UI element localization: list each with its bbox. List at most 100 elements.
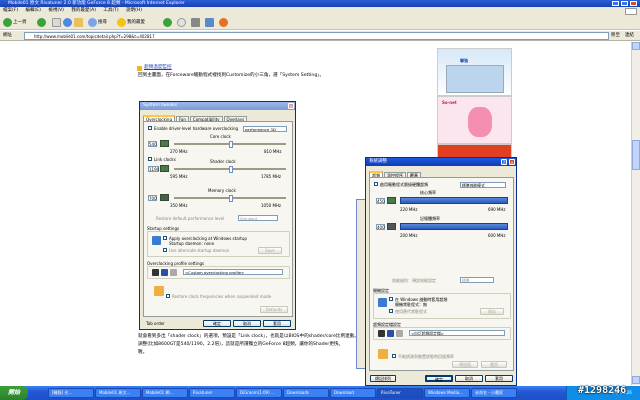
restore-icon xyxy=(154,286,164,296)
ad-image xyxy=(446,65,504,93)
profile-delete-icon[interactable] xyxy=(170,269,177,276)
ad-banner-2[interactable]: So-net xyxy=(437,96,512,144)
taskbar-item-6[interactable]: Downloads xyxy=(283,388,329,398)
enable-hw-checkbox[interactable] xyxy=(374,182,378,186)
core-min: 270 MHz xyxy=(170,149,188,154)
taskbar-item-10[interactable]: 未命名 - 小畫家 xyxy=(471,388,517,398)
mail-icon[interactable] xyxy=(177,18,186,27)
article-heading[interactable]: 超頻溫度監控 xyxy=(144,64,172,71)
taskbar-item-7[interactable]: Download xyxy=(330,388,376,398)
perf-mode-select[interactable]: performance 3D xyxy=(243,126,287,132)
save-button[interactable]: 保存 xyxy=(480,308,504,315)
shader-slider-thumb[interactable] xyxy=(229,166,233,173)
help-button[interactable]: ? xyxy=(501,159,507,165)
memory-slider-thumb[interactable] xyxy=(229,195,233,202)
profile-lock-icon[interactable] xyxy=(152,269,159,276)
star-icon xyxy=(117,18,126,27)
memory-value: 700 xyxy=(148,195,157,201)
defaults-button[interactable]: 預設值 xyxy=(452,361,478,368)
home-icon[interactable] xyxy=(74,18,83,27)
perf-level-select[interactable]: Standard xyxy=(238,215,278,221)
taskbar-item-2[interactable]: Mobile01 原文... xyxy=(95,388,141,398)
taskbar-item-8[interactable]: RivaTuner xyxy=(377,388,423,398)
save-button[interactable]: Save xyxy=(258,247,282,254)
enable-hw-label: Enable driver-level hardware overclockin… xyxy=(154,126,239,131)
enable-hw-label: 啟用驅動程式層級硬體超頻 xyxy=(380,182,428,187)
restore-checkbox[interactable] xyxy=(392,354,396,358)
menu-tools[interactable]: 工具(T) xyxy=(103,8,118,13)
shader-clock-label: Shader clock xyxy=(210,159,236,164)
ad-banner-1[interactable]: 聯強 xyxy=(437,48,512,96)
perf-level-select[interactable]: 標準 xyxy=(460,277,494,283)
scroll-thumb[interactable] xyxy=(632,140,640,170)
ok-button[interactable]: 確定 xyxy=(203,320,231,327)
apply-startup-checkbox[interactable] xyxy=(163,236,167,240)
reset-button[interactable]: 重設 xyxy=(481,361,507,368)
go-button[interactable]: 移至 xyxy=(611,32,620,40)
print-icon[interactable] xyxy=(191,18,200,27)
edit-icon[interactable] xyxy=(205,18,214,27)
tab-order-button[interactable]: 標記排列 xyxy=(370,375,396,382)
mascot-icon xyxy=(468,107,492,137)
start-button[interactable]: 開始 xyxy=(0,386,28,400)
taskbar-item-5[interactable]: DiGroom(1.09) ... xyxy=(236,388,282,398)
dialog-close-button[interactable]: × xyxy=(509,159,515,165)
profile-save-icon[interactable] xyxy=(387,330,394,337)
shader-clock-slider[interactable] xyxy=(174,166,286,173)
cancel-button[interactable]: 取消 xyxy=(233,320,261,327)
profile-lock-icon[interactable] xyxy=(378,330,385,337)
apply-startup-checkbox[interactable] xyxy=(389,297,393,301)
refresh-icon[interactable] xyxy=(63,18,72,27)
alt-startup-checkbox[interactable] xyxy=(389,309,393,313)
apply-button[interactable]: 套用 xyxy=(485,375,513,382)
taskbar-item-4[interactable]: Rivatuner xyxy=(189,388,235,398)
profile-select[interactable]: <Custom overclocking profile> xyxy=(183,269,283,275)
taskbar-item-1[interactable]: [轉錄] 光... xyxy=(48,388,94,398)
memory-clock-bar[interactable] xyxy=(400,223,508,230)
link-clocks-checkbox[interactable] xyxy=(148,157,152,161)
ok-button[interactable]: 確定 xyxy=(425,375,453,382)
forward-arrow-icon[interactable] xyxy=(37,18,46,27)
core-slider-thumb[interactable] xyxy=(229,141,233,148)
minimize-button[interactable] xyxy=(612,1,619,6)
system-tweaks-dialog-zh: 系統調整 ? × 超頻 溫控程序 覆蓋 啟用驅動程式層級硬體超頻 標準效能模式 核心… xyxy=(365,157,517,386)
search-button[interactable]: 搜尋 xyxy=(88,18,107,27)
taskbar-item-3[interactable]: Mobile01 網... xyxy=(142,388,188,398)
profile-delete-icon[interactable] xyxy=(396,330,403,337)
perf-mode-select[interactable]: 標準效能模式 xyxy=(460,182,506,188)
menu-view[interactable]: 檢視(V) xyxy=(48,8,64,13)
profile-save-icon[interactable] xyxy=(161,269,168,276)
menu-favorites[interactable]: 我的最愛(A) xyxy=(71,8,96,13)
memory-clock-slider[interactable] xyxy=(174,195,286,202)
core-clock-bar[interactable] xyxy=(400,197,508,204)
memory-min: 350 MHz xyxy=(170,203,188,208)
restore-checkbox[interactable] xyxy=(166,294,170,298)
dialog-close-button[interactable]: × xyxy=(288,103,294,109)
core-clock-slider[interactable] xyxy=(174,141,286,148)
memory-max: 1050 MHz xyxy=(261,203,282,208)
history-icon[interactable] xyxy=(163,18,172,27)
scroll-down-button[interactable] xyxy=(632,376,640,384)
cancel-button[interactable]: 取消 xyxy=(455,375,483,382)
memory-chip-icon xyxy=(387,223,396,230)
alt-startup-checkbox[interactable] xyxy=(163,248,167,252)
scroll-up-button[interactable] xyxy=(632,42,640,50)
enable-hw-checkbox[interactable] xyxy=(148,126,152,130)
menu-edit[interactable]: 編輯(E) xyxy=(26,8,41,13)
address-input[interactable]: http://www.mobile01.com/topicdetail.php?… xyxy=(24,32,609,40)
taskbar-item-9[interactable]: Windows Media... xyxy=(424,388,470,398)
maximize-button[interactable] xyxy=(621,1,628,6)
links-button[interactable]: 連結 xyxy=(625,32,634,40)
menu-help[interactable]: 說明(H) xyxy=(126,8,142,13)
close-button[interactable] xyxy=(630,1,637,6)
defaults-button[interactable]: Defaults xyxy=(260,306,288,313)
favorites-button[interactable]: 我的最愛 xyxy=(117,18,145,27)
article-para-3: 喔。 xyxy=(138,350,148,355)
profile-select[interactable]: <自訂超頻設定檔> xyxy=(409,330,505,336)
menu-file[interactable]: 檔案(F) xyxy=(3,8,18,13)
back-button[interactable]: 上一頁 xyxy=(3,18,27,27)
stop-icon[interactable] xyxy=(52,18,61,27)
messenger-icon[interactable] xyxy=(219,18,228,27)
page-scrollbar[interactable] xyxy=(631,42,640,385)
apply-button[interactable]: 套用 xyxy=(263,320,291,327)
